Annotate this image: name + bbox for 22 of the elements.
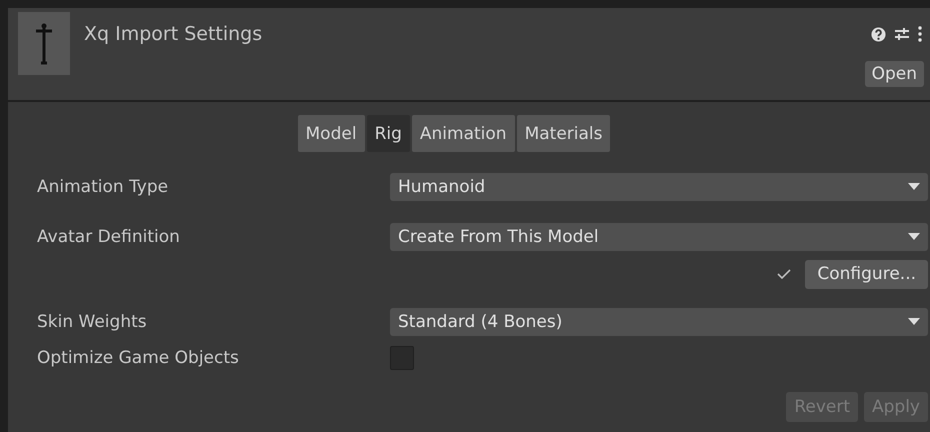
configure-button[interactable]: Configure... <box>805 260 928 288</box>
dropdown[interactable]: Humanoid <box>390 173 928 201</box>
help-icon[interactable] <box>871 26 886 42</box>
more-icon[interactable] <box>918 26 922 42</box>
field-label: Avatar Definition <box>37 227 181 247</box>
checkbox[interactable] <box>390 346 414 370</box>
open-button[interactable]: Open <box>864 61 924 87</box>
tab[interactable]: Materials <box>516 115 610 152</box>
caret-icon <box>908 318 920 326</box>
sliders-icon[interactable] <box>894 26 910 42</box>
field-label: Animation Type <box>37 177 170 197</box>
dropdown[interactable]: Create From This Model <box>390 223 928 251</box>
tab[interactable]: Model <box>298 115 365 152</box>
caret-icon <box>908 233 920 241</box>
field-label: Skin Weights <box>37 312 148 332</box>
window-title: Xq Import Settings <box>84 23 262 47</box>
tab[interactable]: Animation <box>412 115 515 152</box>
tab[interactable]: Rig <box>366 115 410 152</box>
caret-icon <box>908 183 920 191</box>
field-label: Optimize Game Objects <box>37 348 240 368</box>
figure-icon <box>18 12 70 75</box>
dropdown[interactable]: Standard (4 Bones) <box>390 308 928 336</box>
